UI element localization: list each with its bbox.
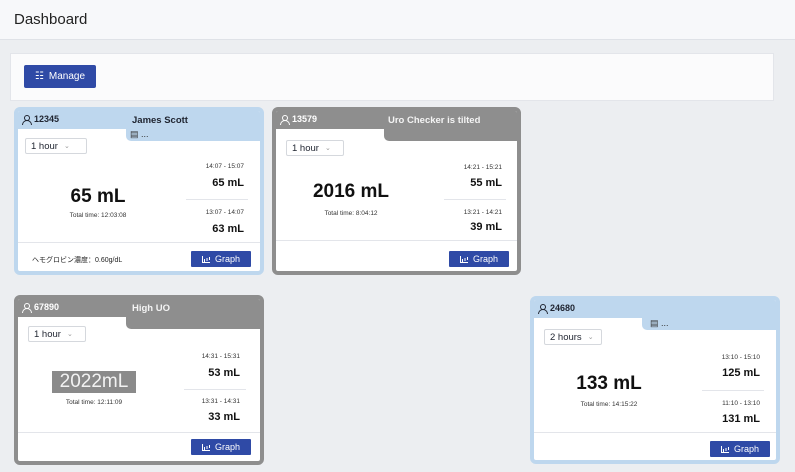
period-select[interactable]: 1 hour ⌄ <box>286 140 344 156</box>
divider <box>186 199 248 200</box>
divider <box>18 432 260 433</box>
total-time: Total time: 12:03:08 <box>69 212 127 219</box>
patient-card: 24680 ▤ ... 2 hours ⌄ 133 mL Total time: … <box>530 296 780 464</box>
card-header-tab <box>126 316 260 329</box>
manage-button[interactable]: ☷ Manage <box>24 65 96 88</box>
alert-message: High UO <box>132 303 170 314</box>
range-1: 14:07 - 15:07 <box>205 163 244 170</box>
divider <box>184 389 246 390</box>
range-2: 13:07 - 14:07 <box>205 209 244 216</box>
card-header-tab <box>384 128 517 141</box>
graph-button[interactable]: Graph <box>191 439 251 455</box>
divider <box>534 432 776 433</box>
chart-icon <box>201 443 210 451</box>
hemoglobin-text: ヘモグロビン濃度：0.60g/dL <box>32 257 123 264</box>
total-volume: 2016 mL <box>312 181 390 202</box>
total-time: Total time: 14:15:22 <box>580 401 638 408</box>
total-time: Total time: 12:11:09 <box>65 399 123 406</box>
divider <box>444 199 506 200</box>
patient-id: 67890 <box>22 302 59 313</box>
chart-icon <box>720 445 729 453</box>
patient-card: 67890 High UO 1 hour ⌄ 2022mL Total time:… <box>14 295 264 465</box>
period-select[interactable]: 1 hour ⌄ <box>25 138 87 154</box>
value-2: 131 mL <box>722 413 760 425</box>
period-select[interactable]: 2 hours ⌄ <box>544 329 602 345</box>
graph-button-label: Graph <box>733 444 759 454</box>
total-volume: 65 mL <box>70 186 126 207</box>
range-2: 11:10 - 13:10 <box>722 400 760 407</box>
range-1: 13:10 - 15:10 <box>721 354 760 361</box>
graph-button[interactable]: Graph <box>449 251 509 267</box>
chart-icon <box>459 255 468 263</box>
graph-button-label: Graph <box>472 254 498 264</box>
toolbar: ☷ Manage <box>10 53 774 101</box>
range-1: 14:21 - 15:21 <box>463 164 502 171</box>
period-value: 2 hours <box>550 331 582 343</box>
chevron-down-icon: ⌄ <box>63 143 70 150</box>
patient-name: James Scott <box>132 115 188 126</box>
total-volume: 2022mL <box>52 371 136 393</box>
graph-button-label: Graph <box>214 254 240 264</box>
note-text: ... <box>661 318 669 328</box>
patient-id: 12345 <box>22 114 59 125</box>
chart-icon <box>201 255 210 263</box>
note-icon[interactable]: ▤ ... <box>650 318 669 329</box>
patient-id: 24680 <box>538 303 575 314</box>
total-time: Total time: 8:04:12 <box>324 210 378 217</box>
divider <box>18 242 260 243</box>
period-value: 1 hour <box>34 328 61 340</box>
value-1: 65 mL <box>212 177 244 189</box>
person-icon <box>280 114 290 125</box>
card-header: 24680 <box>534 300 776 318</box>
value-1: 125 mL <box>722 367 760 379</box>
divider <box>702 390 764 391</box>
page-title: Dashboard <box>14 11 88 28</box>
patient-card: 12345 James Scott ▤ ... 1 hour ⌄ 65 mL To… <box>14 107 264 275</box>
period-select[interactable]: 1 hour ⌄ <box>28 326 86 342</box>
value-2: 33 mL <box>208 411 240 423</box>
value-2: 63 mL <box>212 223 244 235</box>
person-icon <box>22 114 32 125</box>
range-2: 13:31 - 14:31 <box>201 398 240 405</box>
range-2: 13:21 - 14:21 <box>463 209 502 216</box>
patient-id: 13579 <box>280 114 317 125</box>
alert-message: Uro Checker is tilted <box>388 115 481 126</box>
person-icon <box>22 302 32 313</box>
period-value: 1 hour <box>31 140 58 152</box>
chevron-down-icon: ⌄ <box>66 331 73 338</box>
range-1: 14:31 - 15:31 <box>201 353 240 360</box>
header-bar: Dashboard <box>0 0 795 40</box>
note-text: ... <box>141 129 149 139</box>
chevron-down-icon: ⌄ <box>587 334 594 341</box>
divider <box>276 240 517 241</box>
period-value: 1 hour <box>292 142 319 154</box>
manage-button-label: Manage <box>48 71 86 82</box>
note-icon[interactable]: ▤ ... <box>130 129 149 140</box>
chevron-down-icon: ⌄ <box>324 145 331 152</box>
value-1: 55 mL <box>470 177 502 189</box>
total-volume: 133 mL <box>576 373 642 394</box>
users-icon: ☷ <box>34 71 44 82</box>
value-2: 39 mL <box>470 221 502 233</box>
graph-button[interactable]: Graph <box>710 441 770 457</box>
graph-button-label: Graph <box>214 442 240 452</box>
person-icon <box>538 303 548 314</box>
graph-button[interactable]: Graph <box>191 251 251 267</box>
patient-card: 13579 Uro Checker is tilted 1 hour ⌄ 2016… <box>272 107 521 275</box>
value-1: 53 mL <box>208 367 240 379</box>
